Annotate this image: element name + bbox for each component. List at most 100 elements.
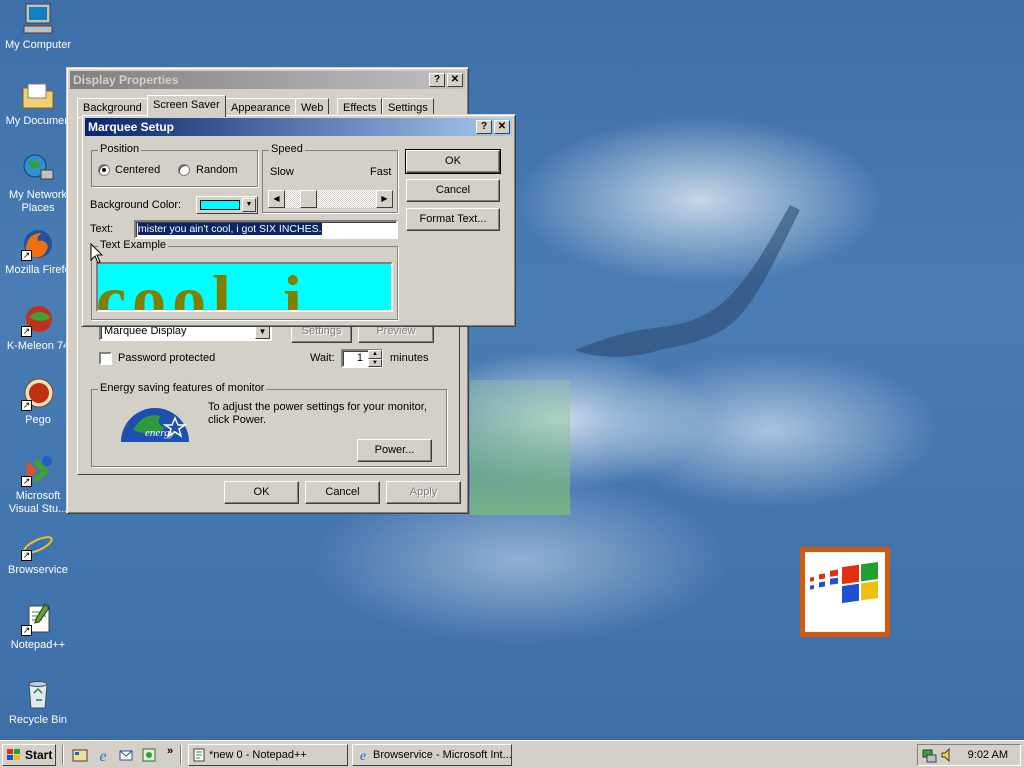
- svg-text:e: e: [99, 748, 106, 763]
- desktop-icon-firefox[interactable]: ↗ Mozilla Firefo: [2, 227, 74, 277]
- taskbar-separator: [180, 745, 182, 765]
- desktop-icon-browservice[interactable]: e ↗ Browservice: [2, 527, 74, 577]
- format-text-button[interactable]: Format Text...: [406, 208, 500, 231]
- close-button[interactable]: ✕: [447, 73, 463, 87]
- task-label: *new 0 - Notepad++: [209, 749, 307, 761]
- wallpaper-diver-silhouette: [575, 205, 800, 357]
- background-color-picker[interactable]: ▼: [196, 196, 258, 214]
- windows-logo-icon: [800, 547, 890, 637]
- desktop-icon-label: Browservice: [8, 564, 68, 576]
- network-tray-icon[interactable]: [922, 747, 938, 763]
- ok-button[interactable]: OK: [224, 481, 299, 504]
- text-example-label: Text Example: [98, 239, 169, 251]
- apply-button: Apply: [386, 481, 461, 504]
- marquee-ok-button[interactable]: OK: [405, 149, 501, 174]
- spin-up-icon[interactable]: ▲: [368, 350, 382, 359]
- internet-explorer-icon[interactable]: e: [95, 747, 111, 763]
- scroll-right-icon[interactable]: ▶: [376, 190, 393, 208]
- desktop-icon-label: My Network Places: [8, 189, 68, 214]
- k-meleon-icon: ↗: [21, 303, 55, 337]
- example-text: cool, i: [96, 262, 308, 312]
- svg-text:e: e: [31, 529, 44, 561]
- desktop-icon-my-computer[interactable]: My Computer: [2, 2, 74, 52]
- my-computer-icon: [21, 2, 55, 36]
- chevron-down-icon[interactable]: ▼: [242, 198, 256, 212]
- task-browservice[interactable]: e Browservice - Microsoft Int...: [352, 744, 512, 766]
- centered-label: Centered: [115, 164, 161, 176]
- fast-label: Fast: [370, 166, 392, 178]
- quick-launch-chevron-icon[interactable]: »: [167, 745, 173, 757]
- display-properties-titlebar[interactable]: Display Properties ? ✕: [70, 71, 465, 89]
- task-label: Browservice - Microsoft Int...: [373, 749, 512, 761]
- energy-star-icon: energy: [121, 408, 189, 442]
- notepad-plus-icon: ↗: [21, 602, 55, 636]
- slow-label: Slow: [270, 166, 294, 178]
- show-desktop-icon[interactable]: [72, 747, 88, 763]
- random-radio[interactable]: [178, 164, 190, 176]
- visual-studio-icon: ↗: [21, 453, 55, 487]
- speed-thumb[interactable]: [300, 190, 317, 208]
- color-swatch: [200, 200, 240, 210]
- speed-scrollbar[interactable]: ◀ ▶: [268, 190, 393, 208]
- notepad-plus-icon: [193, 748, 205, 762]
- system-tray: 9:02 AM: [917, 744, 1021, 766]
- desktop-icon-label: My Documen: [5, 115, 71, 127]
- marquee-text-input[interactable]: mister you ain't cool, i got SIX INCHES.: [134, 220, 398, 239]
- password-checkbox[interactable]: [99, 352, 112, 365]
- taskbar-separator: [62, 745, 64, 765]
- random-label: Random: [196, 164, 238, 176]
- desktop-icon-my-documents[interactable]: My Documen: [2, 78, 74, 128]
- internet-explorer-icon: e ↗: [21, 527, 55, 562]
- outlook-icon[interactable]: [118, 747, 134, 763]
- recycle-bin-icon: [21, 677, 55, 711]
- window-title: Marquee Setup: [88, 120, 175, 134]
- desktop-icon-visual-studio[interactable]: ↗ Microsoft Visual Stu...: [2, 453, 74, 516]
- channels-icon[interactable]: [141, 747, 157, 763]
- help-button[interactable]: ?: [429, 73, 445, 87]
- shortcut-arrow-icon: ↗: [21, 550, 32, 561]
- task-notepad-plus[interactable]: *new 0 - Notepad++: [188, 744, 348, 766]
- marquee-text-value: mister you ain't cool, i got SIX INCHES.: [138, 223, 322, 235]
- desktop-icon-label: K-Meleon 74: [6, 340, 70, 352]
- wait-value: 1: [356, 352, 363, 364]
- cancel-button[interactable]: Cancel: [305, 481, 380, 504]
- desktop-icon-k-meleon[interactable]: ↗ K-Meleon 74: [2, 303, 74, 353]
- power-button[interactable]: Power...: [357, 439, 432, 462]
- volume-tray-icon[interactable]: [940, 747, 956, 763]
- speed-group-label: Speed: [269, 143, 305, 155]
- marquee-cancel-button[interactable]: Cancel: [406, 179, 500, 202]
- start-button[interactable]: Start: [2, 744, 56, 766]
- text-label: Text:: [90, 223, 114, 235]
- text-example-preview: cool, i: [96, 262, 393, 312]
- svg-text:e: e: [360, 749, 366, 762]
- desktop-icon-notepad-plus[interactable]: ↗ Notepad++: [2, 602, 74, 652]
- scroll-left-icon[interactable]: ◀: [268, 190, 285, 208]
- energy-text: To adjust the power settings for your mo…: [208, 401, 427, 426]
- pego-icon: ↗: [21, 377, 55, 411]
- desktop-icon-label: Recycle Bin: [8, 714, 68, 726]
- shortcut-arrow-icon: ↗: [21, 476, 32, 487]
- windows-flag-icon: [7, 749, 20, 760]
- folder-icon: [21, 78, 55, 112]
- network-places-icon: [21, 152, 55, 186]
- shortcut-arrow-icon: ↗: [21, 625, 32, 636]
- position-group-label: Position: [98, 143, 142, 155]
- tab-screen-saver[interactable]: Screen Saver: [147, 95, 226, 117]
- help-button[interactable]: ?: [476, 120, 492, 134]
- desktop-icon-network-places[interactable]: My Network Places: [2, 152, 74, 215]
- clock[interactable]: 9:02 AM: [968, 749, 1008, 761]
- centered-radio[interactable]: [98, 164, 110, 176]
- taskbar: Start e » *new 0 - Notepad++ e Browservi…: [0, 740, 1024, 768]
- password-label: Password protected: [118, 352, 216, 364]
- mouse-cursor-icon: [90, 243, 104, 264]
- energy-group-label: Energy saving features of monitor: [98, 382, 267, 394]
- desktop-icon-label: Microsoft Visual Stu...: [8, 490, 68, 515]
- desktop-icon-recycle-bin[interactable]: Recycle Bin: [2, 677, 74, 727]
- marquee-setup-titlebar[interactable]: Marquee Setup ? ✕: [85, 118, 512, 136]
- shortcut-arrow-icon: ↗: [21, 400, 32, 411]
- bg-color-label: Background Color:: [90, 199, 182, 211]
- spin-down-icon[interactable]: ▼: [368, 359, 382, 367]
- shortcut-arrow-icon: ↗: [21, 250, 32, 261]
- close-button[interactable]: ✕: [494, 120, 510, 134]
- desktop-icon-pego[interactable]: ↗ Pego: [2, 377, 74, 427]
